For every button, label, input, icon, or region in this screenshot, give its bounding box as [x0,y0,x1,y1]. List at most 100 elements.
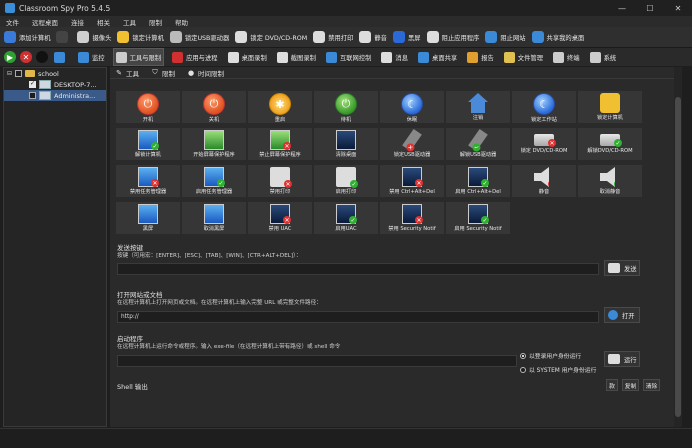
run-button[interactable]: 运行 [604,351,640,367]
shell-btn-1[interactable]: 款 [606,379,618,391]
toolbar-button[interactable]: 禁用打印 [313,31,353,43]
command-button[interactable]: ✓ 解锁DVD/CD-ROM [577,127,643,161]
expand-icon[interactable]: ⊟ [7,70,15,77]
run-program-hint: 在远程计算机上运行命令或程序。输入 exe-file（在远程计算机上带有路径）或… [117,344,341,350]
subtab-item[interactable]: ● 时间限制 [187,68,224,78]
command-button[interactable]: 注销 [445,90,511,124]
toolbar-button[interactable]: 共享我的桌面 [531,31,584,43]
minimize-button[interactable]: — [608,4,636,13]
command-button[interactable]: ✓ 解锁计算机 [115,127,181,161]
command-button[interactable]: ✕ 禁用 Ctrl+Alt+Del [379,164,445,198]
toolbar-button[interactable]: 锁定 DVD/CD-ROM [235,31,307,43]
command-button[interactable]: ✕ 禁止屏幕保护程序 [247,127,313,161]
command-button[interactable]: ✓ 启用打印 [313,164,379,198]
run-as-user-radio[interactable]: 以登录用户身份运行 [520,351,581,360]
command-button[interactable]: ✕ 静音 [511,164,577,198]
vertical-scrollbar[interactable] [674,67,682,427]
clear-button[interactable]: 清除 [643,379,660,391]
command-button[interactable]: ✕ 禁用任务管理器 [115,164,181,198]
command-button[interactable]: ⏻ 开机 [115,90,181,124]
view-tab[interactable] [52,49,70,65]
command-button[interactable]: 开始屏幕保护程序 [181,127,247,161]
black-square-icon[interactable] [36,51,48,63]
command-button[interactable]: ✕ 禁用打印 [247,164,313,198]
command-button[interactable]: ✕ 锁定USB驱动器 [379,127,445,161]
send-keys-input[interactable] [117,263,599,275]
view-tab-label: 文件管理 [517,54,543,62]
mute-icon: ✕ [534,167,549,187]
menu-item[interactable]: 帮助 [175,17,188,27]
view-tab[interactable]: 系统 [588,49,619,65]
menu-item[interactable]: 连接 [71,17,84,27]
toolbar-button[interactable]: 添加计算机 [4,31,50,43]
run-as-system-radio[interactable]: 以 SYSTEM 用户身份运行 [520,365,596,374]
url-input[interactable]: http:// [117,311,599,323]
toolbar-button[interactable]: 锁定USB驱动器 [169,31,229,43]
tree-checkbox[interactable] [29,92,36,99]
view-tab[interactable]: 应用与进程 [170,49,219,65]
disable-security-notif-icon: ✕ [402,204,423,224]
close-button[interactable]: ✕ [664,4,692,13]
menu-item[interactable]: 文件 [6,17,19,27]
tree-item[interactable]: ⊟ school [4,68,106,79]
cancel-black-screen-icon [204,204,224,224]
command-button[interactable]: ✕ 禁用 UAC [247,201,313,235]
view-tab[interactable]: 消息 [379,49,410,65]
toolbar-button[interactable]: 黑屏 [392,31,421,43]
open-button[interactable]: 打开 [604,307,640,323]
view-tab[interactable]: 互联网控制 [324,49,373,65]
clear-desktop-icon [336,130,356,150]
command-button[interactable]: ⏻ 关机 [181,90,247,124]
subtab-item[interactable]: ✎ 工具 [115,68,139,78]
command-button[interactable]: ✓ 启用 Security Notif [445,201,511,235]
command-button[interactable]: ✓ 启用UAC [313,201,379,235]
view-tab[interactable]: 报告 [465,49,496,65]
tree-item[interactable]: Administra... [4,90,106,101]
green-go-icon[interactable]: ▶ [4,51,16,63]
command-button[interactable]: ✱ 重启 [247,90,313,124]
lock-usb-icon: ✕ [402,128,422,154]
command-button[interactable]: ✕ 禁用 Security Notif [379,201,445,235]
command-button[interactable]: ⏻ 待机 [313,90,379,124]
view-tab[interactable]: 工具与限制 [112,48,165,66]
menu-item[interactable]: 限制 [149,17,162,27]
view-tab[interactable]: 截图录制 [275,49,318,65]
command-button[interactable]: ✓ 解锁USB驱动器 [445,127,511,161]
tree-item[interactable]: DESKTOP-7... [4,79,106,90]
menu-item[interactable]: 相关 [97,17,110,27]
view-tab[interactable]: 桌面录制 [226,49,269,65]
scroll-thumb[interactable] [675,97,681,417]
command-button[interactable]: 黑屏 [115,201,181,235]
command-button[interactable]: 取消黑屏 [181,201,247,235]
subtab-item[interactable]: ⛉ 限制 [151,68,175,78]
command-button[interactable]: ✓ 取消静音 [577,164,643,198]
red-stop-icon[interactable]: ✕ [20,51,32,63]
command-button[interactable]: ☾ 锁定工作站 [511,90,577,124]
toolbar-button[interactable]: 锁定计算机 [117,31,164,43]
menu-item[interactable]: 远程桌面 [32,17,58,27]
command-button[interactable]: ☾ 休眠 [379,90,445,124]
view-tab-label: 系统 [603,54,617,62]
send-button[interactable]: 发送 [604,260,640,276]
command-button[interactable]: ✕ 锁定 DVD/CD-ROM [511,127,577,161]
command-button[interactable]: 锁定计算机 [577,90,643,124]
command-button[interactable]: ✓ 启用任务管理器 [181,164,247,198]
view-tab[interactable]: 文件管理 [502,49,545,65]
toolbar-button[interactable]: 摄像头 [77,31,111,43]
tree-checkbox[interactable] [15,70,22,77]
view-tab[interactable]: 终端 [551,49,582,65]
maximize-button[interactable]: ☐ [636,4,664,13]
command-button[interactable]: 清除桌面 [313,127,379,161]
copy-button[interactable]: 复制 [622,379,639,391]
toolbar-button[interactable]: 静音 [359,31,387,43]
view-tab[interactable]: 监控 [76,49,107,65]
apps-icon [172,51,184,63]
menu-item[interactable]: 工具 [123,17,136,27]
toolbar-button[interactable] [56,31,71,43]
program-input[interactable] [117,355,517,367]
toolbar-button[interactable]: 阻止应用程序 [426,31,479,43]
toolbar-button[interactable]: 阻止网站 [485,31,526,43]
tree-checkbox[interactable] [29,80,36,88]
command-button[interactable]: ✓ 启用 Ctrl+Alt+Del [445,164,511,198]
view-tab[interactable]: 桌面共享 [416,49,459,65]
